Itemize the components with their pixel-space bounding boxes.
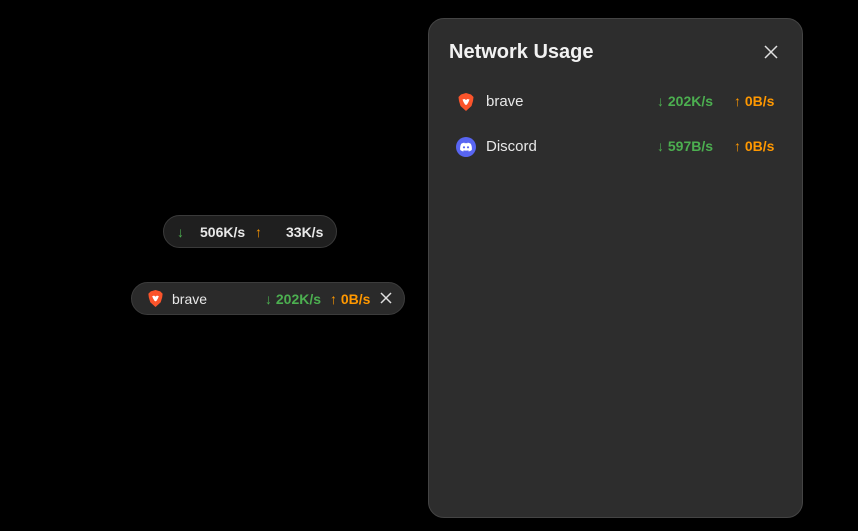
panel-title: Network Usage [449,41,594,63]
brave-icon [148,289,163,308]
download-speed: 506K/s [200,223,246,240]
close-icon[interactable] [762,43,780,61]
brave-icon [458,93,474,111]
upload-arrow-icon: ↑ [255,223,262,240]
close-icon[interactable] [377,289,395,307]
app-upload-speed: ↑ 0B/s [330,291,371,307]
list-item[interactable]: Discord ↓ 597B/s ↑ 0B/s [429,134,802,164]
list-item[interactable]: brave ↓ 202K/s ↑ 0B/s [429,89,802,119]
desktop: ↓ 506K/s ↑ 33K/s brave ↓ 202K/s ↑ 0B/s N… [0,0,858,531]
network-speed-widget[interactable]: ↓ 506K/s ↑ 33K/s [163,215,337,248]
download-arrow-icon: ↓ [177,223,184,240]
network-usage-panel: Network Usage brave ↓ 202K/s ↑ 0B/s Disc… [428,18,803,518]
app-download-speed: ↓ 597B/s [657,138,714,154]
discord-icon [456,137,476,157]
app-upload-speed: ↑ 0B/s [734,93,775,109]
app-upload-speed: ↑ 0B/s [734,138,775,154]
app-network-widget[interactable]: brave ↓ 202K/s ↑ 0B/s [131,282,405,315]
upload-speed: 33K/s [286,223,324,240]
app-name: Discord [486,138,537,155]
app-name: brave [486,93,524,110]
app-download-speed: ↓ 202K/s [265,291,322,307]
app-name: brave [172,291,208,307]
app-download-speed: ↓ 202K/s [657,93,714,109]
